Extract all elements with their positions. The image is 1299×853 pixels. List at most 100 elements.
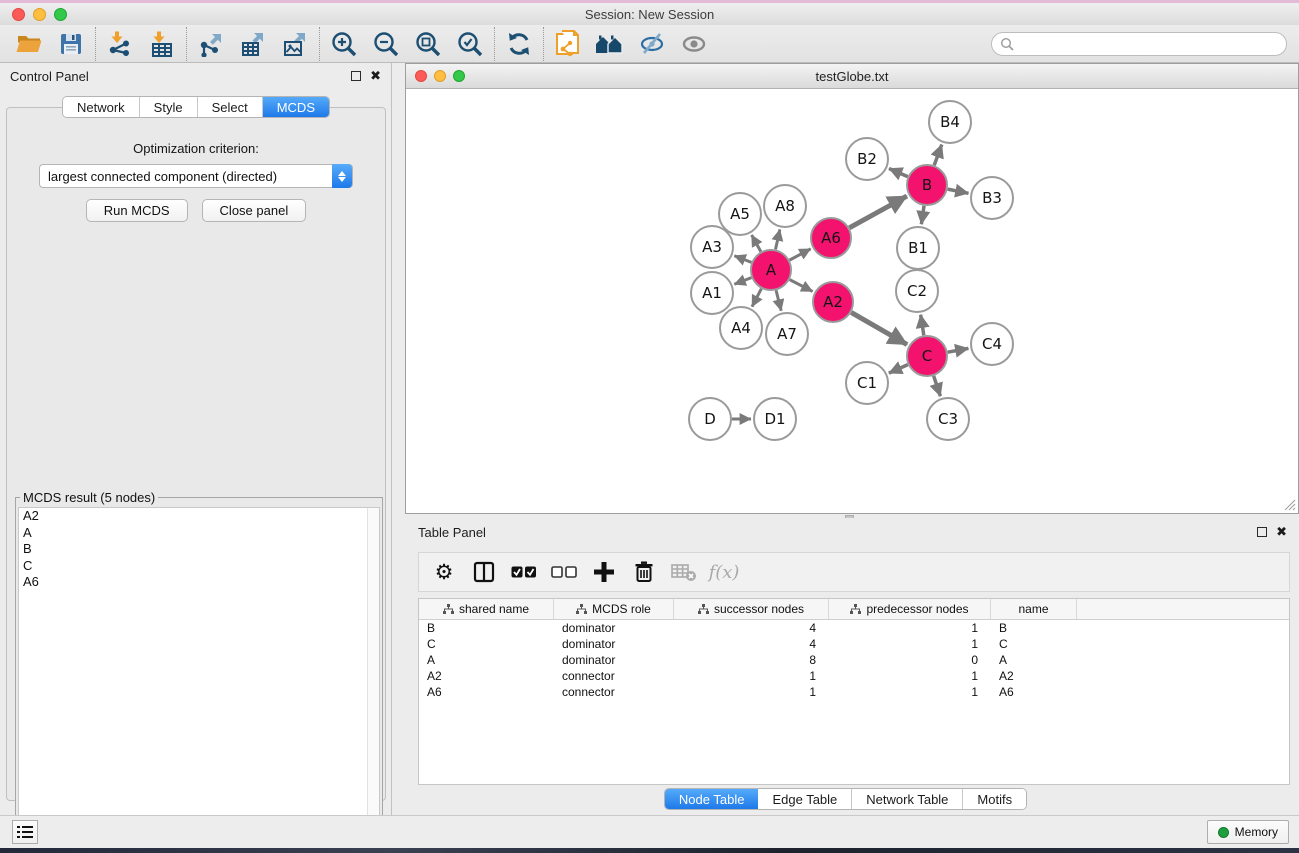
cell-successor-nodes[interactable]: 8 — [674, 653, 829, 667]
memory-button[interactable]: Memory — [1207, 820, 1289, 844]
list-scrollbar[interactable] — [367, 508, 379, 830]
import-network-button[interactable] — [99, 26, 141, 62]
cell-shared-name[interactable]: A — [419, 653, 554, 667]
cell-mcds-role[interactable]: dominator — [554, 637, 674, 651]
graph-edge-B-B1[interactable] — [921, 206, 924, 224]
list-item[interactable]: B — [19, 541, 379, 558]
cell-shared-name[interactable]: A2 — [419, 669, 554, 683]
float-panel-icon[interactable] — [1257, 527, 1267, 537]
graph-edge-A-A5[interactable] — [752, 235, 761, 252]
graph-edge-B-B2[interactable] — [889, 169, 908, 177]
mcds-result-list[interactable]: A2 A B C A6 — [18, 507, 380, 831]
graph-edge-A-A7[interactable] — [776, 290, 781, 310]
column-header-mcds-role[interactable]: MCDS role — [554, 599, 674, 619]
table-row[interactable]: C dominator 4 1 C — [419, 636, 1289, 652]
resize-grip-icon[interactable] — [1282, 497, 1296, 511]
cell-shared-name[interactable]: B — [419, 621, 554, 635]
cell-predecessor-nodes[interactable]: 1 — [829, 685, 991, 699]
add-column-button[interactable] — [589, 557, 619, 587]
graph-edge-A-A6[interactable] — [790, 249, 811, 260]
cell-successor-nodes[interactable]: 4 — [674, 637, 829, 651]
cell-predecessor-nodes[interactable]: 1 — [829, 637, 991, 651]
cell-predecessor-nodes[interactable]: 1 — [829, 669, 991, 683]
zoom-in-button[interactable] — [323, 26, 365, 62]
list-item[interactable]: A2 — [19, 508, 379, 525]
zoom-fit-button[interactable] — [407, 26, 449, 62]
cell-name[interactable]: B — [991, 621, 1077, 635]
save-session-button[interactable] — [50, 26, 92, 62]
hide-graphics-details-button[interactable] — [631, 26, 673, 62]
close-panel-icon[interactable]: ✖ — [370, 71, 381, 81]
cell-mcds-role[interactable]: connector — [554, 669, 674, 683]
cell-mcds-role[interactable]: connector — [554, 685, 674, 699]
zoom-out-button[interactable] — [365, 26, 407, 62]
cell-successor-nodes[interactable]: 1 — [674, 685, 829, 699]
column-header-name[interactable]: name — [991, 599, 1077, 619]
column-header-successor-nodes[interactable]: successor nodes — [674, 599, 829, 619]
table-row[interactable]: A2 connector 1 1 A2 — [419, 668, 1289, 684]
select-all-button[interactable] — [509, 557, 539, 587]
apply-layout-button[interactable] — [498, 26, 540, 62]
tab-select[interactable]: Select — [198, 97, 263, 117]
close-panel-button[interactable]: Close panel — [202, 199, 307, 222]
list-item[interactable]: A — [19, 525, 379, 542]
task-history-button[interactable] — [12, 820, 38, 844]
graph-edge-C-C3[interactable] — [934, 376, 941, 396]
search-input[interactable] — [1014, 34, 1286, 54]
graph-edge-B-B3[interactable] — [948, 189, 969, 193]
cell-name[interactable]: A — [991, 653, 1077, 667]
cell-shared-name[interactable]: A6 — [419, 685, 554, 699]
cell-shared-name[interactable]: C — [419, 637, 554, 651]
graph-edge-A6-B[interactable] — [849, 196, 906, 228]
tab-network-table[interactable]: Network Table — [852, 789, 963, 809]
cell-name[interactable]: C — [991, 637, 1077, 651]
graph-edge-A-A4[interactable] — [752, 289, 761, 307]
table-row[interactable]: A6 connector 1 1 A6 — [419, 684, 1289, 700]
import-table-button[interactable] — [141, 26, 183, 62]
tab-style[interactable]: Style — [140, 97, 198, 117]
network-canvas[interactable]: AA1A3A4A5A6A7A8A2BB1B2B3B4CC1C2C3C4DD1 — [406, 89, 1298, 513]
cell-predecessor-nodes[interactable]: 1 — [829, 621, 991, 635]
column-header-shared-name[interactable]: shared name — [419, 599, 554, 619]
tab-network[interactable]: Network — [63, 97, 140, 117]
show-all-views-button[interactable] — [589, 26, 631, 62]
export-image-button[interactable] — [274, 26, 316, 62]
cell-successor-nodes[interactable]: 4 — [674, 621, 829, 635]
cell-predecessor-nodes[interactable]: 0 — [829, 653, 991, 667]
graph-edge-A-A8[interactable] — [775, 229, 779, 249]
tab-motifs[interactable]: Motifs — [963, 789, 1026, 809]
table-row[interactable]: A dominator 8 0 A — [419, 652, 1289, 668]
cell-name[interactable]: A2 — [991, 669, 1077, 683]
delete-column-button[interactable] — [629, 557, 659, 587]
show-graphics-details-button[interactable] — [673, 26, 715, 62]
table-row[interactable]: B dominator 4 1 B — [419, 620, 1289, 636]
network-window-titlebar[interactable]: testGlobe.txt — [406, 64, 1298, 89]
graph-edge-A-A2[interactable] — [790, 280, 813, 292]
tab-mcds[interactable]: MCDS — [263, 97, 329, 117]
column-header-predecessor-nodes[interactable]: predecessor nodes — [829, 599, 991, 619]
graph-edge-A-A1[interactable] — [734, 278, 751, 285]
list-item[interactable]: C — [19, 558, 379, 575]
export-network-button[interactable] — [190, 26, 232, 62]
tab-edge-table[interactable]: Edge Table — [758, 789, 852, 809]
cell-mcds-role[interactable]: dominator — [554, 653, 674, 667]
run-mcds-button[interactable]: Run MCDS — [86, 199, 188, 222]
list-item[interactable]: A6 — [19, 574, 379, 591]
deselect-all-button[interactable] — [549, 557, 579, 587]
cell-name[interactable]: A6 — [991, 685, 1077, 699]
tab-node-table[interactable]: Node Table — [665, 789, 759, 809]
table-settings-button[interactable]: ⚙ — [429, 557, 459, 587]
criterion-select[interactable]: largest connected component (directed) — [39, 164, 353, 188]
graph-edge-A-A3[interactable] — [734, 256, 751, 263]
float-panel-icon[interactable] — [351, 71, 361, 81]
new-network-from-file-button[interactable] — [547, 26, 589, 62]
cell-successor-nodes[interactable]: 1 — [674, 669, 829, 683]
open-session-button[interactable] — [8, 26, 50, 62]
graph-edge-C-C4[interactable] — [948, 348, 969, 352]
close-panel-icon[interactable]: ✖ — [1276, 527, 1287, 537]
graph-edge-B-B4[interactable] — [934, 145, 942, 166]
delete-table-button[interactable] — [669, 557, 699, 587]
zoom-selected-button[interactable] — [449, 26, 491, 62]
graph-edge-C-C1[interactable] — [889, 365, 908, 374]
graph-edge-C-C2[interactable] — [921, 315, 924, 336]
